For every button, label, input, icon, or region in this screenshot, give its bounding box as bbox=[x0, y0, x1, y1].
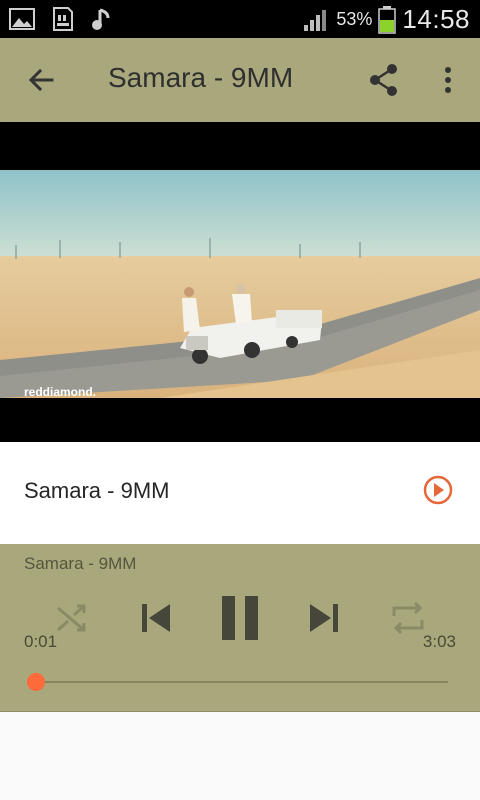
total-duration: 3:03 bbox=[422, 632, 456, 651]
more-vert-icon[interactable] bbox=[428, 60, 468, 100]
clock: 14:58 bbox=[402, 4, 470, 34]
signal-icon bbox=[304, 9, 327, 31]
skip-next-icon[interactable] bbox=[300, 594, 348, 642]
app-bar: Samara - 9MM bbox=[0, 38, 480, 122]
pause-icon[interactable] bbox=[212, 592, 268, 644]
sd-card-icon bbox=[53, 7, 73, 31]
video-watermark: reddiamond. bbox=[24, 385, 96, 398]
status-bar: 53% 14:58 bbox=[0, 0, 480, 38]
video-frame: reddiamond. bbox=[0, 170, 480, 398]
now-playing-bar: Samara - 9MM 0:01 3:03 bbox=[0, 544, 480, 712]
seek-bar[interactable] bbox=[27, 673, 448, 691]
empty-area bbox=[0, 713, 480, 800]
play-circle-icon[interactable] bbox=[418, 470, 462, 514]
video-player[interactable]: reddiamond. bbox=[0, 122, 480, 442]
share-icon[interactable] bbox=[364, 60, 404, 100]
notification-icons bbox=[8, 6, 116, 32]
battery-icon bbox=[378, 5, 397, 34]
gallery-icon bbox=[9, 8, 35, 30]
list-item[interactable]: Samara - 9MM bbox=[0, 442, 480, 544]
now-playing-title: Samara - 9MM bbox=[24, 554, 137, 573]
battery-percent: 53% bbox=[336, 9, 373, 29]
seek-thumb[interactable] bbox=[27, 673, 46, 691]
music-note-icon bbox=[92, 8, 110, 30]
song-title: Samara - 9MM bbox=[24, 478, 170, 503]
back-arrow-icon[interactable] bbox=[22, 60, 62, 100]
elapsed-time: 0:01 bbox=[24, 632, 58, 651]
system-icons: 53% 14:58 bbox=[302, 4, 470, 35]
page-title: Samara - 9MM bbox=[108, 62, 294, 93]
skip-previous-icon[interactable] bbox=[132, 594, 180, 642]
